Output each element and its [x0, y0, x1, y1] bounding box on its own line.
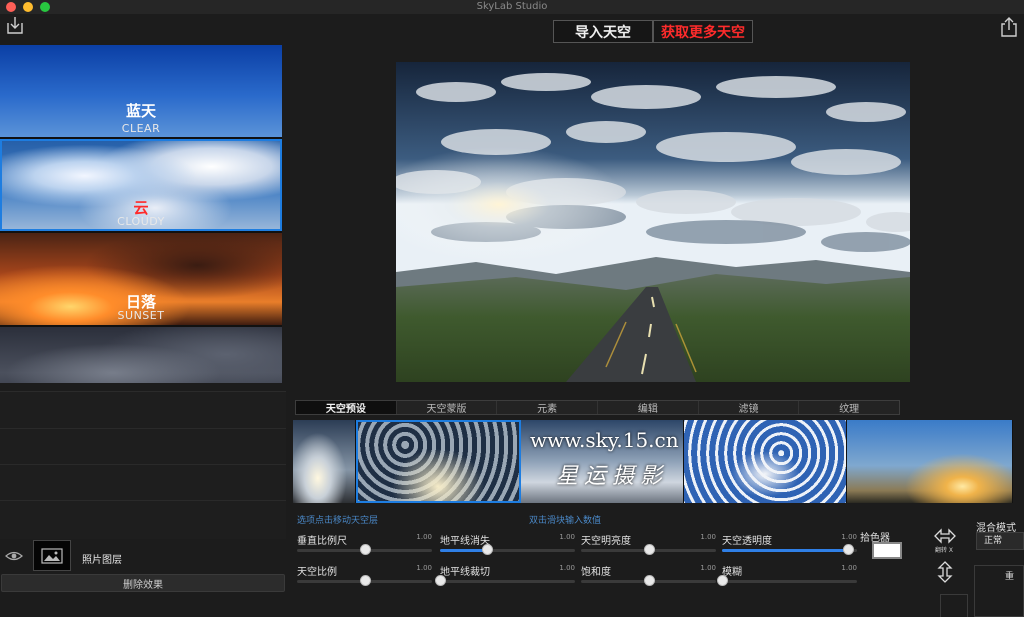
tab-textures[interactable]: 纹理: [799, 401, 899, 415]
slider-value: 1.00: [700, 533, 716, 541]
share-icon[interactable]: [998, 14, 1020, 40]
photo-preview[interactable]: [396, 62, 910, 382]
slider-fill: [440, 549, 488, 552]
horizon-crop-slider[interactable]: 地平线裁切 1.00: [435, 563, 575, 591]
slider-knob[interactable]: [359, 575, 371, 586]
slider-value: 1.00: [700, 564, 716, 572]
image-icon: [41, 547, 63, 564]
slider-track[interactable]: [440, 580, 575, 583]
slider-fill: [581, 549, 649, 552]
sky-category-cloudy[interactable]: 云 CLOUDY: [0, 139, 282, 231]
slider-fill: [297, 580, 365, 583]
slider-label: 天空透明度: [722, 536, 772, 547]
slider-value: 1.00: [841, 533, 857, 541]
slider-label: 天空明亮度: [581, 536, 631, 547]
vertical-scale-slider[interactable]: 垂直比例尺 1.00: [297, 532, 432, 560]
slider-track[interactable]: [722, 580, 857, 583]
slider-fill: [581, 580, 649, 583]
sky-category-list: 蓝天 CLEAR 云 CLOUDY 日落 SUNSET: [0, 45, 282, 383]
hint-move-sky: 选项点击移动天空层: [297, 516, 379, 526]
slider-value: 1.00: [559, 564, 575, 572]
tab-filters[interactable]: 滤镜: [699, 401, 800, 415]
sky-category-sunset[interactable]: 日落 SUNSET: [0, 233, 282, 325]
layer-thumbnail: [33, 540, 71, 571]
sky-scale-slider[interactable]: 天空比例 1.00: [297, 563, 432, 591]
blend-options-box: 重: [974, 565, 1024, 617]
tab-edit[interactable]: 编辑: [598, 401, 699, 415]
get-more-skies-button[interactable]: 获取更多天空: [653, 20, 753, 43]
photo-layer-row[interactable]: 照片图层: [0, 539, 286, 573]
slider-label: 天空比例: [297, 567, 337, 578]
tab-sky-presets[interactable]: 天空预设: [296, 401, 397, 415]
tab-sky-mask[interactable]: 天空蒙版: [397, 401, 498, 415]
slider-label: 饱和度: [581, 567, 611, 578]
slider-fill: [297, 549, 365, 552]
watermark-name: 星运摄影: [556, 464, 669, 489]
preset-thumbnail[interactable]: [684, 420, 847, 503]
tab-elements[interactable]: 元素: [497, 401, 599, 415]
slider-fill: [722, 549, 848, 552]
flip-vertical-icon[interactable]: [937, 561, 953, 583]
horizon-fade-slider[interactable]: 地平线消失 1.00: [440, 532, 575, 560]
divider: [0, 464, 286, 465]
sky-brightness-slider[interactable]: 天空明亮度 1.00: [581, 532, 716, 560]
blend-extra-label: 重: [1005, 572, 1015, 582]
eye-icon[interactable]: [5, 548, 23, 562]
slider-knob[interactable]: [482, 544, 494, 555]
watermark-url: www.sky.15.cn: [530, 428, 679, 452]
slider-knob[interactable]: [643, 575, 655, 586]
slider-knob[interactable]: [717, 575, 728, 586]
import-icon[interactable]: [4, 14, 26, 36]
sky-category-en-label: SUNSET: [117, 309, 165, 322]
slider-knob[interactable]: [842, 544, 854, 555]
panel-tabs: 天空预设 天空蒙版 元素 编辑 滤镜 纹理: [295, 400, 900, 415]
import-sky-button[interactable]: 导入天空: [553, 20, 653, 43]
blend-mode-select[interactable]: 正常: [976, 532, 1024, 550]
slider-label: 垂直比例尺: [297, 536, 347, 547]
slider-value: 1.00: [416, 533, 432, 541]
preset-thumbnail-selected[interactable]: [356, 420, 521, 503]
divider: [0, 428, 286, 429]
sky-category-cn-label: 蓝天: [125, 102, 156, 120]
sky-category-en-label: CLEAR: [121, 122, 161, 135]
remove-effect-button[interactable]: 删除效果: [1, 574, 285, 592]
app-window: SkyLab Studio 导入天空 获取更多天空 蓝天 CLEAR 云 CLO…: [0, 0, 1024, 617]
layer-list-area: [0, 391, 286, 539]
sky-category-en-label: CLOUDY: [117, 215, 165, 228]
hint-double-click: 双击滑块输入数值: [529, 516, 602, 526]
slider-value: 1.00: [559, 533, 575, 541]
slider-knob[interactable]: [359, 544, 371, 555]
title-bar: SkyLab Studio: [0, 0, 1024, 14]
slider-value: 1.00: [416, 564, 432, 572]
saturation-slider[interactable]: 饱和度 1.00: [581, 563, 716, 591]
slider-knob[interactable]: [643, 544, 655, 555]
layer-name: 照片图层: [82, 555, 122, 566]
sky-category-stormy[interactable]: [0, 327, 282, 383]
divider: [0, 500, 286, 501]
slider-track[interactable]: [440, 549, 575, 552]
blur-slider[interactable]: 模糊 1.00: [717, 563, 857, 591]
sky-category-clear[interactable]: 蓝天 CLEAR: [0, 45, 282, 137]
slider-value: 1.00: [841, 564, 857, 572]
slider-knob[interactable]: [435, 575, 446, 586]
window-title: SkyLab Studio: [476, 1, 548, 12]
preset-thumbnail[interactable]: [847, 420, 1013, 503]
slider-label: 地平线裁切: [440, 567, 490, 578]
color-picker-swatch[interactable]: [872, 542, 902, 559]
options-box: [940, 594, 968, 617]
sky-opacity-slider[interactable]: 天空透明度 1.00: [722, 532, 857, 560]
slider-track[interactable]: [722, 549, 857, 552]
preset-thumbnail[interactable]: [293, 420, 356, 503]
flip-x-label: 翻转 X: [935, 547, 954, 554]
